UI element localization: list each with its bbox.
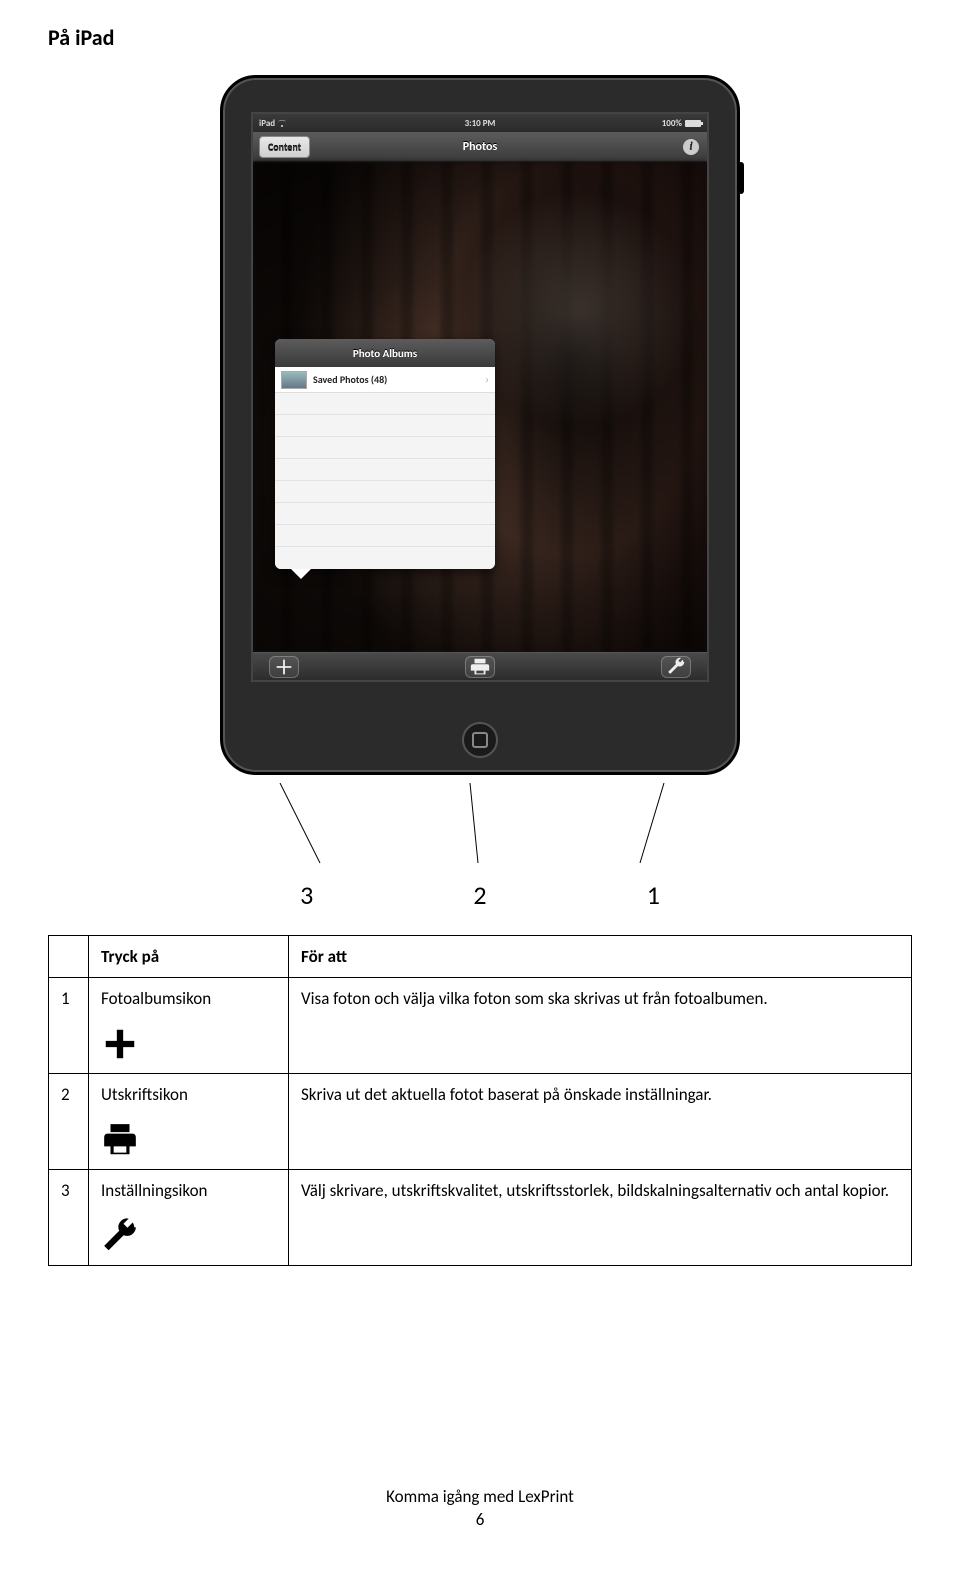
row3-label: Inställningsikon (101, 1180, 276, 1201)
callout-num-1: 1 (647, 879, 660, 911)
table-row: 3 Inställningsikon Välj skrivare, utskri… (49, 1170, 912, 1266)
table-header-tryck: Tryck på (89, 936, 289, 978)
popover-title: Photo Albums (275, 339, 495, 367)
row2-label: Utskriftsikon (101, 1084, 276, 1105)
table-row: 1 Fotoalbumsikon Visa foton och välja vi… (49, 978, 912, 1074)
legend-table: Tryck på För att 1 Fotoalbumsikon Visa f… (48, 935, 912, 1266)
table-header-blank (49, 936, 89, 978)
printer-icon (101, 1121, 139, 1159)
info-icon[interactable]: i (683, 139, 699, 155)
status-time: 3:10 PM (465, 118, 496, 129)
callout-lines (220, 783, 740, 873)
footer-text: Komma igång med LexPrint (48, 1486, 912, 1507)
toolbar-wrench-icon[interactable] (661, 656, 691, 678)
row3-desc: Välj skrivare, utskriftskvalitet, utskri… (289, 1170, 912, 1266)
album-thumbnail (281, 371, 307, 389)
nav-title: Photos (463, 140, 498, 154)
callout-num-2: 2 (473, 879, 486, 911)
plus-icon (101, 1025, 139, 1063)
ipad-illustration: iPad 3:10 PM 100% Content Photos i Photo… (48, 75, 912, 775)
bottom-toolbar (253, 652, 707, 680)
row2-num: 2 (49, 1074, 89, 1170)
wifi-icon (278, 119, 286, 127)
photo-albums-popover: Photo Albums Saved Photos (48) › (275, 339, 495, 569)
nav-bar: Content Photos i (253, 132, 707, 162)
status-device-label: iPad (259, 118, 275, 129)
popover-album-row[interactable]: Saved Photos (48) › (275, 367, 495, 393)
wrench-icon (101, 1217, 139, 1255)
callout-num-3: 3 (300, 879, 313, 911)
row1-desc: Visa foton och välja vilka foton som ska… (289, 978, 912, 1074)
battery-icon (685, 120, 701, 127)
row1-label: Fotoalbumsikon (101, 988, 276, 1009)
popover-row-label: Saved Photos (48) (313, 373, 387, 386)
row1-num: 1 (49, 978, 89, 1074)
toolbar-print-icon[interactable] (465, 656, 495, 678)
back-button[interactable]: Content (259, 136, 310, 158)
page-footer: Komma igång med LexPrint 6 (48, 1486, 912, 1530)
status-bar: iPad 3:10 PM 100% (253, 114, 707, 132)
toolbar-add-icon[interactable] (269, 656, 299, 678)
chevron-right-icon: › (485, 373, 489, 386)
table-header-for-att: För att (289, 936, 912, 978)
row3-num: 3 (49, 1170, 89, 1266)
callout-numbers: 3 2 1 (220, 879, 740, 911)
popover-empty-rows (275, 393, 495, 569)
page-title: På iPad (48, 24, 912, 51)
status-battery-text: 100% (662, 118, 682, 129)
table-row: 2 Utskriftsikon Skriva ut det aktuella f… (49, 1074, 912, 1170)
row2-desc: Skriva ut det aktuella fotot baserat på … (289, 1074, 912, 1170)
footer-page-number: 6 (48, 1509, 912, 1530)
home-button[interactable] (462, 722, 498, 758)
